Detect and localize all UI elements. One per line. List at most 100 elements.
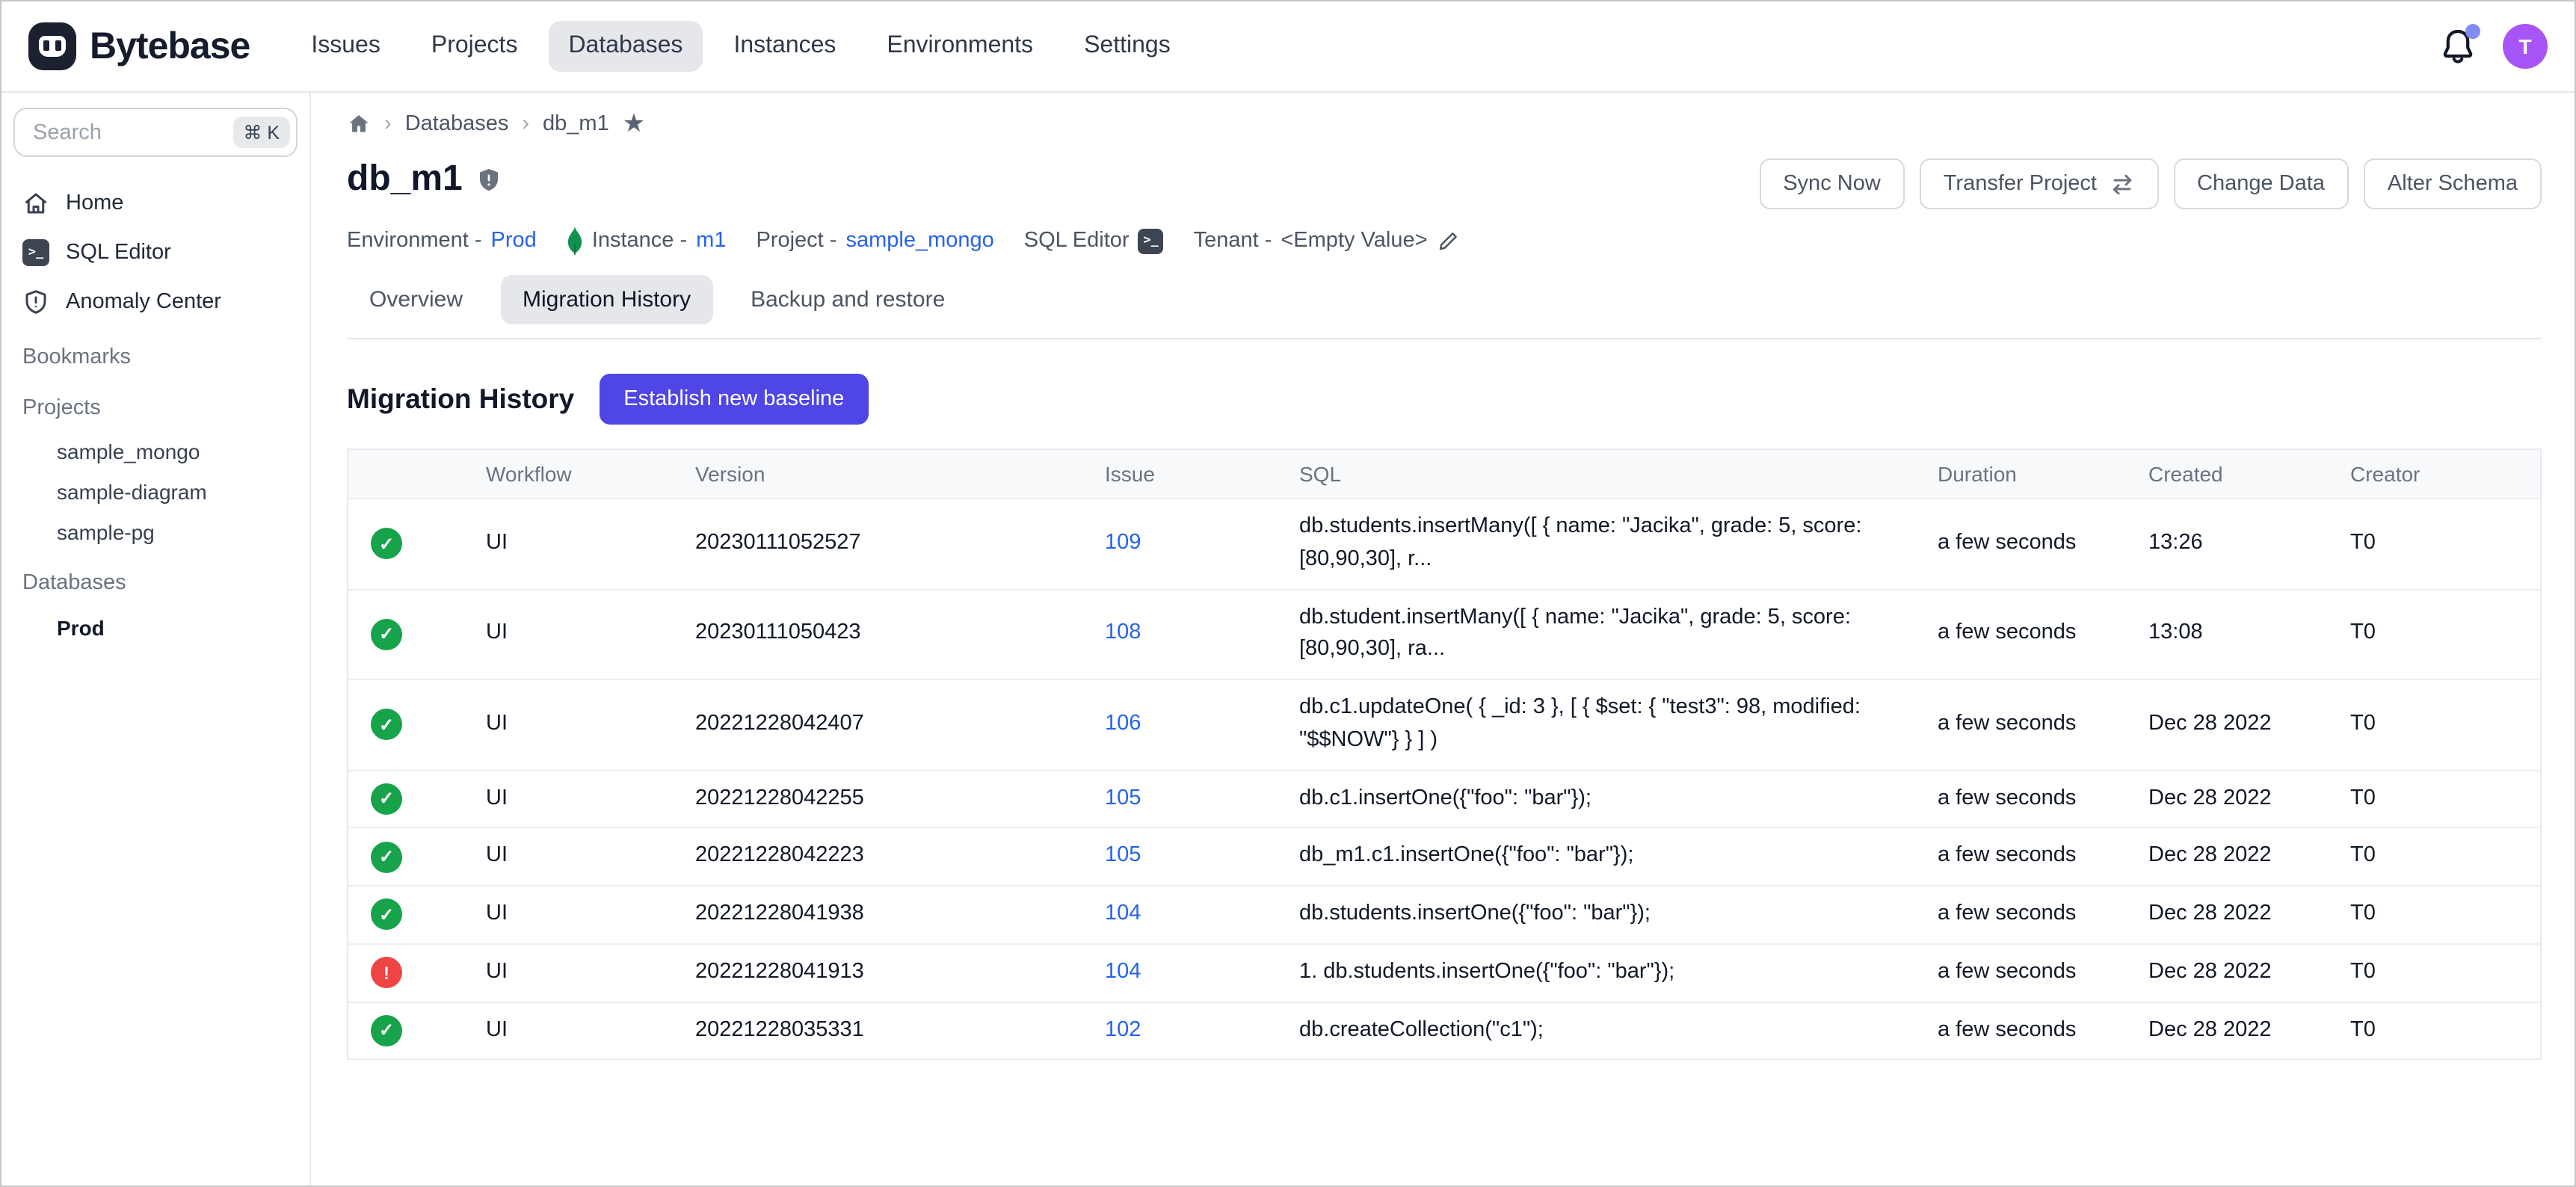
status-icon: ✓ <box>371 1015 402 1046</box>
transfer-project-button[interactable]: Transfer Project <box>1920 158 2158 209</box>
issue-link[interactable]: 106 <box>1105 712 1141 736</box>
shield-alert-icon <box>22 288 49 315</box>
sidebar-section-projects: Projects <box>22 389 289 428</box>
page-title: db_m1 <box>347 158 463 200</box>
column-header-sql: SQL <box>1281 450 1920 498</box>
search-box[interactable]: ⌘ K <box>13 108 298 157</box>
column-header-issue: Issue <box>1087 450 1281 498</box>
notifications-bell-icon[interactable] <box>2440 27 2476 66</box>
instance-link[interactable]: m1 <box>696 229 726 253</box>
sidebar-database-prod[interactable]: Prod <box>13 605 298 649</box>
main-content: › Databases › db_m1 ★ db_m1 <box>311 93 2575 1186</box>
meta-instance: Instance - m1 <box>567 226 727 256</box>
status-icon: ! <box>371 957 402 988</box>
brand-name: Bytebase <box>90 25 250 68</box>
top-nav: Bytebase Issues Projects Databases Insta… <box>1 1 2575 93</box>
sidebar-item-sql-editor[interactable]: >_ SQL Editor <box>13 227 298 277</box>
app-window: Bytebase Issues Projects Databases Insta… <box>0 0 2576 1187</box>
issue-link[interactable]: 109 <box>1105 531 1141 555</box>
issue-link[interactable]: 104 <box>1105 901 1141 925</box>
table-header-row: Workflow Version Issue SQL Duration Crea… <box>348 450 2540 498</box>
table-row[interactable]: ✓ UI 20221228042223 105 db_m1.c1.insertO… <box>348 827 2540 886</box>
sidebar: ⌘ K Home >_ SQL Editor <box>1 93 311 1186</box>
nav-item-databases[interactable]: Databases <box>549 21 702 72</box>
sidebar-item-label: SQL Editor <box>66 240 171 264</box>
column-header-creator: Creator <box>2332 450 2540 498</box>
status-icon: ✓ <box>371 841 402 872</box>
status-icon: ✓ <box>371 899 402 931</box>
page-actions: Sync Now Transfer Project Change Data Al… <box>1759 158 2542 209</box>
migration-history-table: Workflow Version Issue SQL Duration Crea… <box>347 448 2542 1061</box>
home-breadcrumb-icon[interactable] <box>347 111 371 135</box>
table-row[interactable]: ✓ UI 20221228042255 105 db.c1.insertOne(… <box>348 769 2540 827</box>
sidebar-item-label: Anomaly Center <box>66 289 221 313</box>
sidebar-item-anomaly-center[interactable]: Anomaly Center <box>13 277 298 326</box>
issue-link[interactable]: 102 <box>1105 1017 1141 1041</box>
meta-tenant: Tenant - <Empty Value> <box>1194 229 1459 253</box>
sidebar-project-sample-pg[interactable]: sample-pg <box>13 511 298 552</box>
environment-link[interactable]: Prod <box>491 229 537 253</box>
status-icon: ✓ <box>371 783 402 815</box>
status-icon: ✓ <box>371 709 402 741</box>
transfer-arrows-icon <box>2109 173 2134 195</box>
search-input[interactable] <box>30 119 232 146</box>
sidebar-section-databases: Databases <box>22 564 289 602</box>
meta-environment: Environment - Prod <box>347 229 537 253</box>
table-row[interactable]: ✓ UI 20221228042407 106 db.c1.updateOne(… <box>348 679 2540 769</box>
chevron-right-icon: › <box>384 111 392 135</box>
table-row[interactable]: ✓ UI 20230111052527 109 db.students.inse… <box>348 498 2540 588</box>
sidebar-project-sample-mongo[interactable]: sample_mongo <box>13 431 298 471</box>
database-meta: Environment - Prod Instance - m1 Project… <box>347 226 2542 256</box>
bytebase-logo-icon <box>28 22 76 70</box>
column-header-workflow: Workflow <box>468 450 677 498</box>
column-header-version: Version <box>677 450 1087 498</box>
mongodb-leaf-icon <box>567 226 583 256</box>
table-row[interactable]: ✓ UI 20230111050423 108 db.student.inser… <box>348 588 2540 679</box>
nav-item-issues[interactable]: Issues <box>292 21 400 72</box>
terminal-icon: >_ <box>1138 228 1164 253</box>
table-row[interactable]: ✓ UI 20221228035331 102 db.createCollect… <box>348 1001 2540 1059</box>
change-data-button[interactable]: Change Data <box>2173 158 2349 209</box>
table-row[interactable]: ✓ UI 20221228041938 104 db.students.inse… <box>348 885 2540 943</box>
meta-sql-editor[interactable]: SQL Editor >_ <box>1024 228 1164 253</box>
table-row[interactable]: ! UI 20221228041913 104 1. db.students.i… <box>348 943 2540 1002</box>
issue-link[interactable]: 104 <box>1105 960 1141 984</box>
breadcrumb: › Databases › db_m1 ★ <box>347 111 2542 136</box>
sync-now-button[interactable]: Sync Now <box>1759 158 1905 209</box>
tab-migration-history[interactable]: Migration History <box>500 275 713 324</box>
meta-project: Project - sample_mongo <box>756 229 993 253</box>
establish-new-baseline-button[interactable]: Establish new baseline <box>600 374 868 425</box>
shield-alert-icon <box>476 165 503 194</box>
avatar[interactable]: T <box>2503 24 2548 69</box>
breadcrumb-db-m1[interactable]: db_m1 <box>543 111 609 135</box>
section-title: Migration History <box>347 383 574 416</box>
sidebar-section-bookmarks: Bookmarks <box>22 338 289 377</box>
sidebar-project-sample-diagram[interactable]: sample-diagram <box>13 471 298 511</box>
issue-link[interactable]: 105 <box>1105 844 1141 868</box>
status-icon: ✓ <box>371 528 402 560</box>
tab-overview[interactable]: Overview <box>347 275 485 324</box>
search-shortcut-badge: ⌘ K <box>232 117 290 148</box>
breadcrumb-databases[interactable]: Databases <box>405 111 509 135</box>
project-link[interactable]: sample_mongo <box>845 229 993 253</box>
home-icon <box>22 189 49 216</box>
terminal-icon: >_ <box>22 238 49 265</box>
favorite-star-icon[interactable]: ★ <box>623 111 646 136</box>
nav-item-instances[interactable]: Instances <box>714 21 855 72</box>
issue-link[interactable]: 105 <box>1105 786 1141 810</box>
nav-item-environments[interactable]: Environments <box>867 21 1053 72</box>
nav-item-projects[interactable]: Projects <box>412 21 537 72</box>
issue-link[interactable]: 108 <box>1105 621 1141 645</box>
bytebase-logo[interactable]: Bytebase <box>28 22 250 70</box>
notification-dot <box>2465 24 2480 39</box>
column-header-duration: Duration <box>1920 450 2130 498</box>
edit-pencil-icon[interactable] <box>1437 229 1459 252</box>
detail-tabs: Overview Migration History Backup and re… <box>347 275 2542 339</box>
column-header-created: Created <box>2130 450 2332 498</box>
status-icon: ✓ <box>371 619 402 650</box>
tab-backup-and-restore[interactable]: Backup and restore <box>728 275 967 324</box>
sidebar-item-home[interactable]: Home <box>13 178 298 227</box>
chevron-right-icon: › <box>522 111 529 135</box>
nav-item-settings[interactable]: Settings <box>1064 21 1190 72</box>
alter-schema-button[interactable]: Alter Schema <box>2364 158 2542 209</box>
